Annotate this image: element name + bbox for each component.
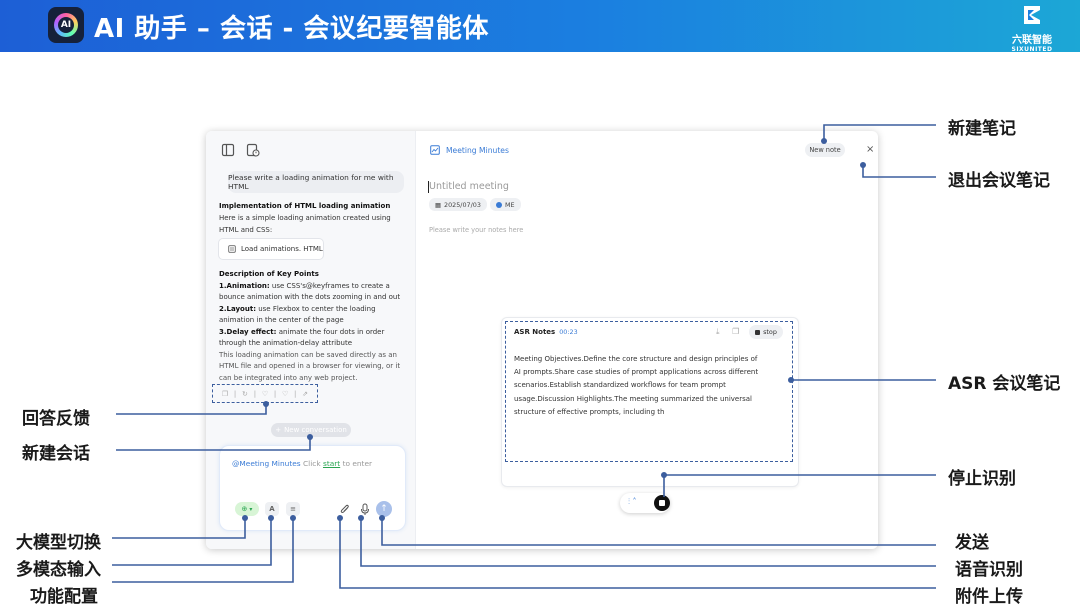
callout-exit-note: 退出会议笔记 xyxy=(948,171,1050,191)
callout-line-send xyxy=(381,518,936,546)
callout-feedback: 回答反馈 xyxy=(22,409,90,429)
callout-stop-recognition: 停止识别 xyxy=(948,469,1016,489)
callout-line-new-note xyxy=(823,124,936,141)
callout-line-feedback xyxy=(116,404,267,415)
callout-lines xyxy=(112,124,936,589)
callout-line-attachment xyxy=(339,518,936,589)
callout-send: 发送 xyxy=(955,533,989,553)
callout-function-config: 功能配置 xyxy=(30,587,98,607)
callout-line-voice xyxy=(360,518,936,567)
callout-voice-recognition: 语音识别 xyxy=(955,560,1023,580)
callout-new-note: 新建笔记 xyxy=(948,119,1016,139)
callout-line-stop xyxy=(663,474,936,497)
callout-asr-note: ASR 会议笔记 xyxy=(948,374,1061,394)
callout-model-switch: 大模型切换 xyxy=(16,533,101,553)
callout-multimodal-input: 多模态输入 xyxy=(16,560,101,580)
callout-line-exit-note xyxy=(862,165,936,178)
callout-attachment: 附件上传 xyxy=(955,587,1023,607)
callout-line-new-conversation xyxy=(116,437,311,451)
callout-new-conversation: 新建会话 xyxy=(22,444,90,464)
callout-line-config xyxy=(112,518,294,583)
callout-line-multimodal xyxy=(112,518,272,566)
callout-line-model xyxy=(112,518,246,539)
